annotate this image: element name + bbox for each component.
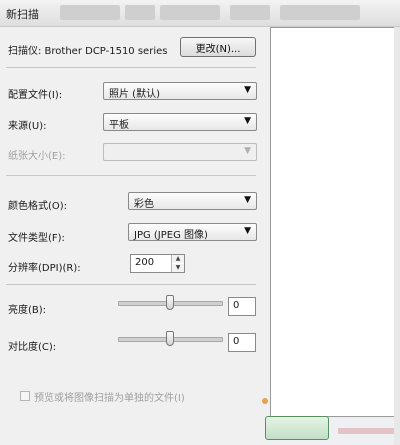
contrast-value: 0: [233, 336, 240, 347]
preview-area: [270, 27, 396, 417]
dropdown-arrow-icon: ▼: [244, 146, 251, 156]
change-scanner-button[interactable]: 更改(N)...: [180, 37, 256, 57]
scan-dialog: 新扫描 扫描仪: Brother DCP-1510 series 更改(N)..…: [0, 0, 400, 445]
source-value: 平板: [109, 120, 129, 131]
dropdown-arrow-icon: ▼: [244, 226, 251, 236]
resolution-value: 200: [135, 257, 155, 268]
scanner-label: 扫描仪: Brother DCP-1510 series: [8, 46, 168, 57]
spin-up-icon[interactable]: ▲: [172, 255, 184, 263]
profile-label: 配置文件(I):: [8, 90, 63, 101]
brightness-value-box[interactable]: 0: [228, 297, 256, 316]
separator: [6, 284, 256, 285]
separate-files-checkbox[interactable]: [20, 391, 30, 401]
resize-handle-icon: [262, 398, 268, 404]
spin-down-icon[interactable]: ▼: [172, 264, 184, 272]
contrast-slider-thumb[interactable]: [166, 331, 174, 346]
separator: [6, 175, 256, 176]
title-bar: 新扫描: [0, 0, 400, 27]
source-select[interactable]: 平板 ▼: [103, 113, 257, 131]
blurred-titlebar-area: [125, 5, 155, 20]
color-format-value: 彩色: [134, 199, 154, 210]
dropdown-arrow-icon: ▼: [244, 85, 251, 95]
resolution-label: 分辨率(DPI)(R):: [8, 263, 81, 274]
blurred-titlebar-area: [160, 5, 220, 20]
watermark-underline: [338, 428, 394, 434]
preview-edge: [394, 27, 400, 445]
blurred-titlebar-area: [60, 5, 120, 20]
watermark-logo-icon: [316, 398, 376, 418]
file-type-value: JPG (JPEG 图像): [134, 230, 208, 241]
blurred-titlebar-area: [230, 5, 270, 20]
dropdown-arrow-icon: ▼: [244, 195, 251, 205]
separator: [6, 67, 256, 68]
file-type-label: 文件类型(F):: [8, 233, 65, 244]
settings-panel: 扫描仪: Brother DCP-1510 series 更改(N)... 配置…: [0, 27, 268, 445]
color-format-label: 颜色格式(O):: [8, 201, 68, 212]
paper-size-label: 纸张大小(E):: [8, 151, 66, 162]
profile-select[interactable]: 照片 (默认) ▼: [103, 82, 257, 100]
preview-button[interactable]: [265, 416, 329, 440]
contrast-value-box[interactable]: 0: [228, 333, 256, 352]
spin-buttons: ▲ ▼: [171, 255, 184, 272]
color-format-select[interactable]: 彩色 ▼: [128, 192, 257, 210]
separate-files-label: 预览或将图像扫描为单独的文件(I): [34, 393, 185, 404]
dropdown-arrow-icon: ▼: [244, 116, 251, 126]
profile-value: 照片 (默认): [109, 89, 160, 100]
paper-size-select: ▼: [103, 143, 257, 161]
file-type-select[interactable]: JPG (JPEG 图像) ▼: [128, 223, 257, 241]
brightness-value: 0: [233, 300, 240, 311]
blurred-titlebar-area: [280, 5, 360, 20]
resolution-spinner[interactable]: 200 ▲ ▼: [130, 254, 185, 273]
window-title: 新扫描: [6, 8, 39, 21]
contrast-label: 对比度(C):: [8, 342, 57, 353]
brightness-label: 亮度(B):: [8, 305, 47, 316]
brightness-slider-thumb[interactable]: [166, 295, 174, 310]
source-label: 来源(U):: [8, 121, 47, 132]
